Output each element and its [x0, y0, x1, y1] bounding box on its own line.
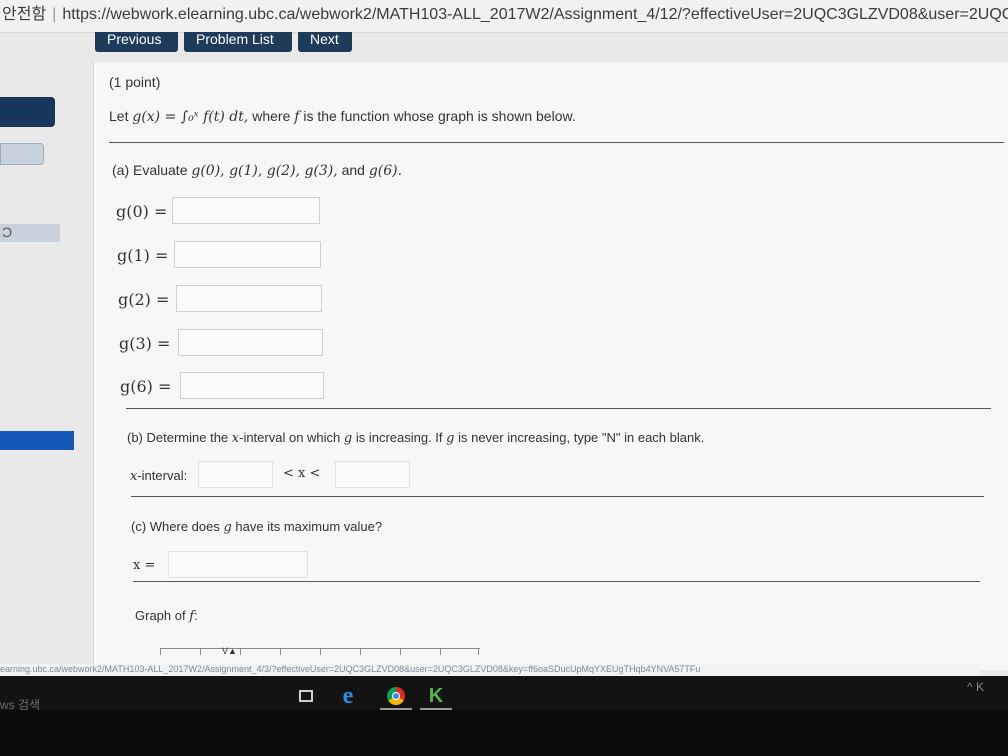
system-tray[interactable]: ^ K [967, 680, 984, 694]
sidebar-button[interactable] [0, 97, 55, 127]
g3-label: g(3) = [119, 334, 171, 353]
browser-address-bar[interactable]: 안전함 | https://webwork.elearning.ubc.ca/web… [0, 0, 1008, 33]
interval-upper-input[interactable] [335, 461, 410, 488]
max-x-input[interactable] [168, 551, 308, 578]
part-a-prompt: (a) Evaluate g(0), g(1), g(2), g(3), and… [112, 162, 403, 179]
g1-input[interactable] [174, 241, 321, 268]
g3-input[interactable] [178, 329, 323, 356]
divider [131, 496, 984, 497]
security-indicator[interactable]: 안전함 [0, 6, 46, 23]
screen-bezel [0, 710, 1008, 756]
app-k-icon[interactable]: K [424, 684, 448, 708]
interval-inequality: < x < [283, 466, 321, 481]
task-view-icon[interactable] [294, 684, 318, 708]
problem-nav: Previous Problem List Next [95, 32, 352, 52]
sidebar-item[interactable]: Ͻ [0, 224, 60, 242]
status-bar-url: earning.ubc.ca/webwork2/MATH103-ALL_2017… [0, 664, 980, 676]
max-x-label: x = [133, 558, 156, 573]
divider [133, 581, 980, 582]
interval-label: x-interval: [130, 468, 188, 484]
g0-label: g(0) = [116, 202, 168, 221]
problem-points: (1 point) [109, 74, 161, 90]
previous-button[interactable]: Previous [95, 32, 178, 52]
chrome-browser-icon[interactable] [384, 684, 408, 708]
graph-fragment-label: V▲ [222, 646, 237, 656]
sidebar-active-item[interactable] [0, 431, 74, 450]
problem-list-button[interactable]: Problem List [184, 32, 292, 52]
g2-label: g(2) = [118, 290, 170, 309]
interval-lower-input[interactable] [198, 461, 273, 488]
divider [126, 408, 991, 409]
part-b-prompt: (b) Determine the x-interval on which g … [127, 430, 705, 446]
graph-caption: Graph of f: [135, 608, 198, 624]
sidebar-button-secondary[interactable] [0, 143, 44, 165]
g2-input[interactable] [176, 285, 322, 312]
problem-panel: (1 point) Let g(x) = ∫₀ˣ f(t) dt, where … [93, 62, 1008, 670]
next-button[interactable]: Next [298, 32, 352, 52]
url-text[interactable]: https://webwork.elearning.ubc.ca/webwork… [62, 6, 1008, 23]
g6-input[interactable] [180, 372, 324, 399]
g6-label: g(6) = [120, 377, 172, 396]
edge-browser-icon[interactable]: e [336, 683, 360, 709]
g0-input[interactable] [172, 197, 320, 224]
part-c-prompt: (c) Where does g have its maximum value? [131, 519, 383, 535]
graph-of-f: V▲ [160, 646, 480, 663]
divider [109, 142, 1004, 143]
sidebar-glyph-icon: Ͻ [2, 224, 13, 240]
address-separator: | [52, 6, 57, 23]
problem-intro: Let g(x) = ∫₀ˣ f(t) dt, where f is the f… [109, 108, 576, 125]
g1-label: g(1) = [117, 246, 169, 265]
